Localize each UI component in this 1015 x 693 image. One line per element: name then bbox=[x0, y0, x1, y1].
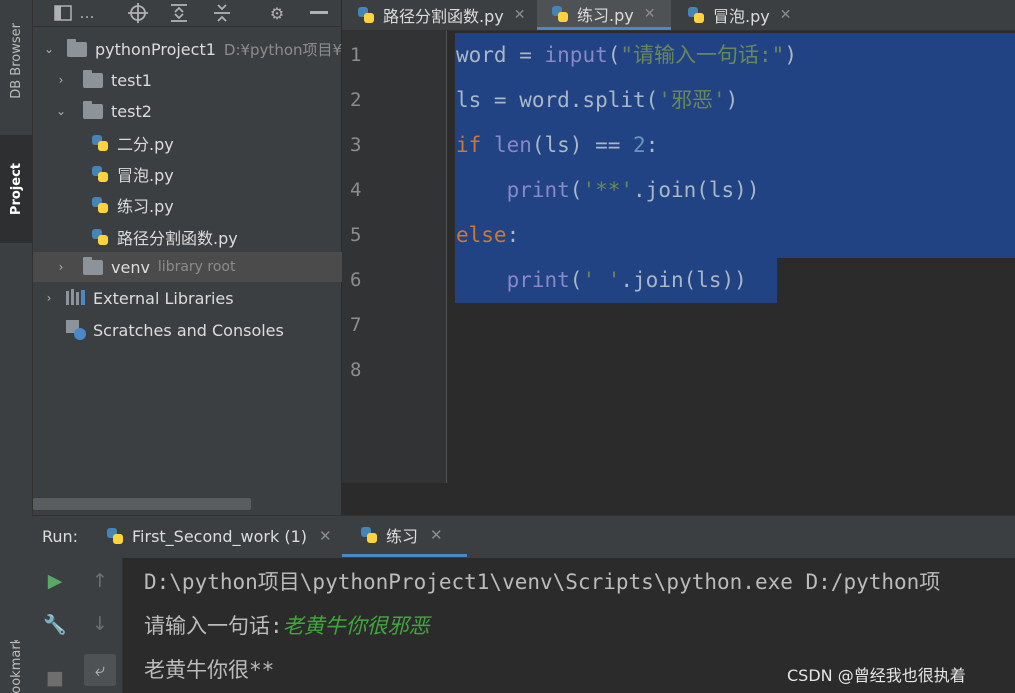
bookmarks-label: Bookmarks bbox=[8, 640, 24, 693]
python-file-icon bbox=[91, 134, 109, 152]
tree-file-label: 二分.py bbox=[117, 135, 174, 154]
folder-icon bbox=[67, 38, 87, 57]
python-file-icon bbox=[91, 228, 109, 246]
up-arrow-icon[interactable]: ↑ bbox=[87, 568, 113, 594]
editor-tab-practice[interactable]: 练习.py ✕ bbox=[537, 0, 671, 30]
chevron-right-icon[interactable]: › bbox=[41, 291, 57, 305]
line-number: 7 bbox=[350, 314, 362, 336]
editor-tab-path-split[interactable]: 路径分割函数.py ✕ bbox=[343, 0, 549, 30]
chevron-down-icon[interactable]: ⌄ bbox=[41, 42, 57, 56]
python-file-icon bbox=[687, 6, 705, 24]
tree-scratches[interactable]: Scratches and Consoles bbox=[33, 315, 373, 345]
run-tab-first-second-work[interactable]: First_Second_work (1) ✕ bbox=[106, 515, 336, 557]
tree-folder-label: test2 bbox=[111, 101, 152, 121]
tree-folder-label: venv bbox=[111, 257, 150, 277]
line-number: 1 bbox=[350, 44, 362, 66]
project-tab[interactable]: Project bbox=[0, 135, 32, 243]
hide-panel-icon[interactable] bbox=[308, 2, 330, 24]
close-tab-icon[interactable]: ✕ bbox=[319, 527, 332, 545]
close-tab-icon[interactable]: ✕ bbox=[514, 7, 526, 23]
close-tab-icon[interactable]: ✕ bbox=[644, 6, 656, 22]
python-file-icon bbox=[360, 526, 378, 544]
chevron-right-icon[interactable]: › bbox=[53, 260, 69, 274]
python-file-icon bbox=[551, 5, 569, 23]
code-line[interactable]: ls = word.split('邪恶') bbox=[456, 78, 738, 123]
editor-tab-label: 冒泡.py bbox=[713, 7, 770, 26]
collapse-all-icon[interactable] bbox=[211, 2, 233, 24]
tree-file-label: 路径分割函数.py bbox=[117, 229, 238, 248]
code-line[interactable]: print('**'.join(ls)) bbox=[456, 168, 760, 213]
python-file-icon bbox=[357, 6, 375, 24]
db-browser-tab[interactable]: DB Browser bbox=[0, 0, 32, 122]
tree-file-label: 冒泡.py bbox=[117, 166, 174, 185]
line-number: 3 bbox=[350, 134, 362, 156]
close-tab-icon[interactable]: ✕ bbox=[780, 7, 792, 23]
console-prompt: 请输入一句话: bbox=[144, 614, 283, 638]
editor-tab-label: 练习.py bbox=[577, 5, 634, 25]
tree-folder-label: test1 bbox=[111, 70, 152, 90]
stop-icon[interactable]: ■ bbox=[42, 665, 68, 691]
line-number: 6 bbox=[350, 269, 362, 291]
tree-folder-test2[interactable]: ⌄ test2 bbox=[33, 96, 361, 126]
tree-folder-test1[interactable]: › test1 bbox=[33, 65, 361, 95]
close-tab-icon[interactable]: ✕ bbox=[430, 526, 443, 544]
code-line[interactable]: if len(ls) == 2: bbox=[456, 123, 658, 168]
console-user-input: 老黄牛你很邪恶 bbox=[282, 614, 430, 638]
code-line[interactable]: word = input("请输入一句话:") bbox=[456, 33, 797, 78]
tree-root-path: D:¥python项目¥ bbox=[223, 40, 343, 59]
csdn-watermark: CSDN @曾经我也很执着 bbox=[787, 666, 966, 685]
folder-icon bbox=[83, 69, 103, 88]
folder-icon bbox=[83, 100, 103, 119]
line-number: 2 bbox=[350, 89, 362, 111]
line-number: 4 bbox=[350, 179, 362, 201]
run-tab-label: First_Second_work (1) bbox=[132, 526, 308, 546]
settings-gear-icon[interactable]: ⚙ bbox=[266, 2, 288, 24]
chevron-down-icon[interactable]: ⌄ bbox=[53, 104, 69, 118]
code-line[interactable]: print(' '.join(ls)) bbox=[456, 258, 747, 303]
wrench-icon[interactable]: 🔧 bbox=[42, 611, 68, 637]
db-browser-label: DB Browser bbox=[8, 23, 24, 99]
line-number: 8 bbox=[350, 359, 362, 381]
python-file-icon bbox=[91, 196, 109, 214]
console-prompt-line: 请输入一句话:老黄牛你很邪恶 bbox=[144, 610, 430, 640]
down-arrow-icon[interactable]: ↓ bbox=[87, 611, 113, 637]
tree-root-pythonproject1[interactable]: ⌄ pythonProject1 D:¥python项目¥ bbox=[33, 34, 349, 64]
horizontal-scrollbar[interactable] bbox=[33, 498, 251, 510]
editor-bottom-area bbox=[342, 483, 1015, 515]
tree-root-label: pythonProject1 bbox=[95, 39, 216, 59]
project-label: Project bbox=[8, 162, 24, 216]
run-label: Run: bbox=[42, 527, 79, 546]
run-tab-label: 练习 bbox=[386, 526, 419, 546]
editor-tab-label: 路径分割函数.py bbox=[383, 7, 504, 26]
expand-all-icon[interactable] bbox=[168, 2, 190, 24]
tree-external-libraries[interactable]: › External Libraries bbox=[33, 283, 349, 313]
bookmarks-tab[interactable]: Bookmarks bbox=[0, 640, 32, 693]
tree-scratches-label: Scratches and Consoles bbox=[93, 320, 284, 340]
python-file-icon bbox=[91, 165, 109, 183]
tree-external-libraries-label: External Libraries bbox=[93, 288, 234, 308]
code-line[interactable]: else: bbox=[456, 213, 519, 258]
locate-icon[interactable] bbox=[127, 2, 149, 24]
line-number: 5 bbox=[350, 224, 362, 246]
python-file-icon bbox=[106, 527, 124, 545]
console-command-line: D:\python项目\pythonProject1\venv\Scripts\… bbox=[144, 570, 941, 594]
editor-tab-bubble[interactable]: 冒泡.py ✕ bbox=[673, 0, 821, 30]
scratches-icon bbox=[65, 319, 87, 341]
libraries-icon bbox=[65, 289, 87, 307]
library-root-hint: library root bbox=[157, 259, 236, 275]
tree-folder-venv[interactable]: › venv library root bbox=[33, 252, 361, 282]
run-tab-practice[interactable]: 练习 ✕ bbox=[342, 515, 467, 557]
folder-icon bbox=[83, 256, 103, 275]
chevron-right-icon[interactable]: › bbox=[53, 73, 69, 87]
project-view-icon[interactable] bbox=[52, 2, 74, 24]
console-output-line: 老黄牛你很** bbox=[144, 658, 275, 682]
project-view-title[interactable]: … bbox=[76, 2, 98, 24]
soft-wrap-icon[interactable]: ⤶ bbox=[84, 654, 116, 686]
tree-file-label: 练习.py bbox=[117, 197, 174, 216]
rerun-play-icon[interactable]: ▶ bbox=[42, 568, 68, 594]
